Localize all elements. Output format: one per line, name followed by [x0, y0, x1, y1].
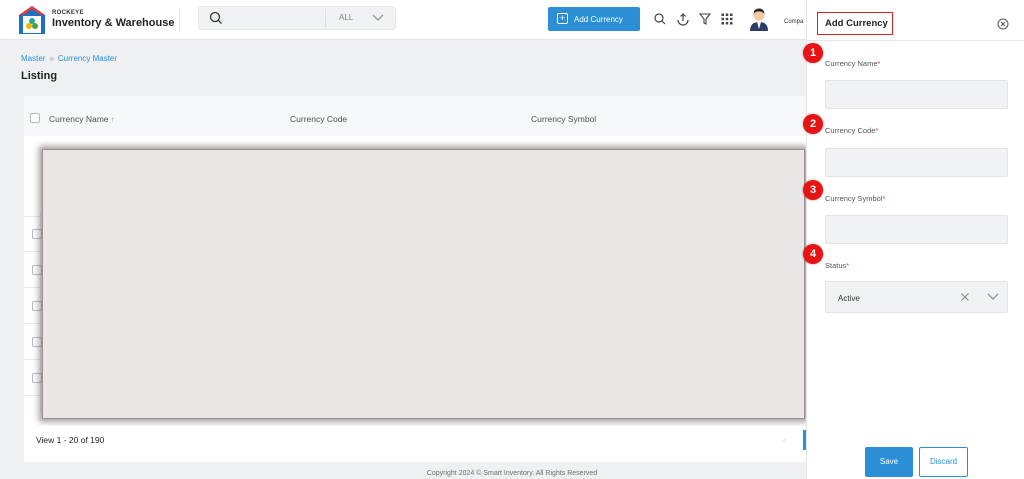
row-divider — [24, 323, 40, 324]
required-marker: * — [846, 261, 850, 270]
company-selector[interactable]: Compa — [784, 19, 803, 25]
required-marker: * — [882, 194, 886, 203]
required-marker: * — [875, 126, 879, 135]
panel-divider — [807, 40, 1024, 41]
search-icon[interactable] — [653, 12, 667, 26]
chevron-down-icon[interactable] — [986, 292, 1000, 302]
row-checkbox[interactable] — [32, 337, 42, 347]
redacted-overlay — [42, 149, 805, 419]
currency-name-input[interactable] — [825, 80, 1008, 109]
row-divider — [24, 216, 40, 217]
save-button[interactable]: Save — [865, 447, 913, 477]
table-header: Currency Name ↑ Currency Code Currency S… — [24, 99, 806, 137]
close-icon[interactable] — [997, 18, 1009, 30]
step-badge-3: 3 — [803, 180, 823, 200]
currency-symbol-input[interactable] — [825, 215, 1008, 244]
chevron-down-icon[interactable] — [371, 12, 385, 24]
breadcrumb-master[interactable]: Master — [21, 54, 45, 63]
status-label: Status* — [825, 261, 849, 270]
add-currency-panel: Add Currency Currency Name* Currency Cod… — [806, 0, 1024, 479]
row-checkbox[interactable] — [32, 373, 42, 383]
avatar[interactable] — [748, 7, 770, 31]
table-footer — [24, 426, 806, 462]
required-marker: * — [877, 59, 881, 68]
column-currency-name[interactable]: Currency Name ↑ — [49, 114, 114, 124]
breadcrumb-chevron-icon: » — [49, 54, 54, 63]
plus-icon: + — [557, 13, 568, 24]
row-divider — [24, 395, 40, 396]
status-select[interactable]: Active — [825, 281, 1008, 313]
brand-tagline: ROCKEYE — [52, 10, 84, 16]
currency-code-label-text: Currency Code — [825, 126, 876, 135]
search-filter-value[interactable]: ALL — [339, 13, 353, 22]
row-checkbox[interactable] — [32, 301, 42, 311]
currency-symbol-label: Currency Symbol* — [825, 194, 885, 203]
pagination-summary: View 1 - 20 of 190 — [36, 435, 105, 445]
currency-code-label: Currency Code* — [825, 126, 878, 135]
row-divider — [24, 287, 40, 288]
currency-code-input[interactable] — [825, 148, 1008, 177]
apps-grid-icon[interactable] — [720, 12, 734, 26]
row-checkbox[interactable] — [32, 229, 42, 239]
warehouse-logo-icon — [19, 6, 45, 34]
header-divider — [179, 8, 180, 32]
row-divider — [24, 251, 40, 252]
step-badge-2: 2 — [803, 114, 823, 134]
currency-table: Currency Name ↑ Currency Code Currency S… — [24, 96, 806, 137]
currency-symbol-label-text: Currency Symbol — [825, 194, 883, 203]
column-currency-name-label: Currency Name — [49, 114, 109, 124]
column-currency-code[interactable]: Currency Code — [290, 114, 347, 124]
currency-name-label-text: Currency Name — [825, 59, 878, 68]
discard-button[interactable]: Discard — [919, 447, 968, 477]
global-search[interactable]: ALL — [198, 6, 396, 30]
status-value: Active — [838, 294, 860, 303]
pagination-prev-button[interactable]: ‹ — [783, 435, 786, 445]
search-icon[interactable] — [209, 11, 223, 25]
status-label-text: Status — [825, 261, 847, 270]
step-badge-1: 1 — [803, 43, 823, 63]
column-currency-symbol[interactable]: Currency Symbol — [531, 114, 596, 124]
sort-arrow-icon: ↑ — [110, 117, 115, 124]
add-currency-button[interactable]: + Add Currency — [548, 7, 640, 31]
add-currency-label: Add Currency — [574, 15, 623, 24]
filter-icon[interactable] — [698, 12, 712, 26]
currency-name-label: Currency Name* — [825, 59, 880, 68]
step-badge-4: 4 — [803, 244, 823, 264]
select-all-checkbox[interactable] — [30, 113, 40, 123]
clear-icon[interactable] — [960, 292, 970, 302]
row-divider — [24, 359, 40, 360]
top-bar: ROCKEYE Inventory & Warehouse ALL + Add … — [0, 0, 806, 40]
brand-name: Inventory & Warehouse — [52, 17, 175, 29]
breadcrumb-currency-master[interactable]: Currency Master — [58, 54, 117, 63]
breadcrumb: Master » Currency Master — [21, 54, 117, 63]
page-title: Listing — [21, 70, 58, 82]
upload-icon[interactable] — [676, 12, 690, 26]
row-checkbox[interactable] — [32, 265, 42, 275]
panel-title: Add Currency — [817, 12, 893, 35]
search-separator — [325, 9, 326, 28]
